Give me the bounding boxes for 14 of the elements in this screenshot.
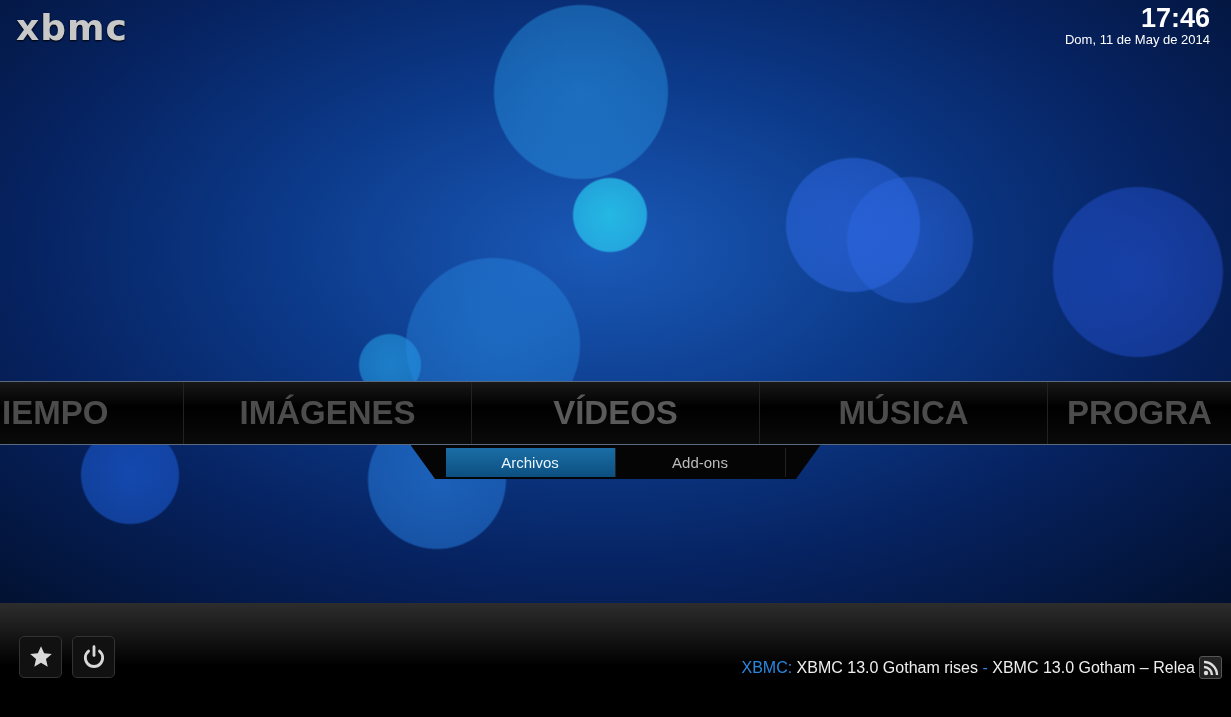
rss-icon[interactable] xyxy=(1199,656,1222,679)
menu-item[interactable]: IMÁGENES xyxy=(183,382,471,444)
menu-item[interactable]: MÚSICA xyxy=(759,382,1047,444)
submenu-item[interactable]: Add-ons xyxy=(615,448,786,477)
menu-item[interactable]: PROGRA xyxy=(1047,382,1231,444)
clock-time: 17:46 xyxy=(1139,4,1210,32)
clock-date: Dom, 11 de May de 2014 xyxy=(1065,32,1210,48)
logo: xbmc xyxy=(16,6,128,50)
favourites-button[interactable] xyxy=(19,636,62,678)
news-ticker: XBMC: XBMC 13.0 Gotham rises - XBMC 13.0 Gotham – Relea xyxy=(741,658,1195,677)
menu-item[interactable]: VÍDEOS xyxy=(471,382,759,444)
menu-item[interactable]: IEMPO xyxy=(0,382,183,444)
submenu-item[interactable]: Archivos xyxy=(445,448,616,477)
power-button[interactable] xyxy=(72,636,115,678)
